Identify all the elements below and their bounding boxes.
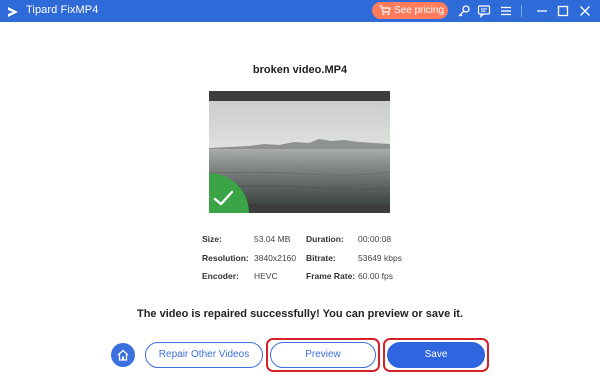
size-value: 53.04 MB (254, 234, 291, 244)
repair-other-videos-label: Repair Other Videos (158, 349, 250, 360)
duration-label: Duration: (306, 234, 344, 244)
save-label: Save (424, 349, 448, 360)
framerate-label: Frame Rate: (306, 271, 356, 281)
video-thumbnail (209, 91, 390, 213)
title-bar: Tipard FixMP4 See pricing (0, 0, 600, 22)
duration-value: 00:00:08 (358, 234, 392, 244)
close-icon[interactable] (578, 4, 592, 18)
checkmark-icon (209, 173, 249, 213)
success-message: The video is repaired successfully! You … (136, 308, 464, 320)
preview-button[interactable]: Preview (270, 342, 376, 368)
thumbnail-top-bar (209, 91, 390, 101)
resolution-label: Resolution: (202, 253, 249, 263)
app-title: Tipard FixMP4 (26, 4, 99, 16)
encoder-value: HEVC (254, 271, 278, 281)
file-name: broken video.MP4 (252, 64, 348, 76)
bitrate-value: 53649 kbps (358, 253, 402, 263)
titlebar-divider (521, 5, 522, 17)
minimize-icon[interactable] (535, 4, 549, 18)
home-button[interactable] (111, 343, 135, 367)
key-icon[interactable] (457, 4, 471, 18)
preview-label: Preview (305, 349, 341, 360)
menu-icon[interactable] (499, 4, 513, 18)
encoder-label: Encoder: (202, 271, 239, 281)
see-pricing-label: See pricing (394, 5, 445, 16)
chat-icon[interactable] (477, 4, 491, 18)
framerate-value: 60.00 fps (358, 271, 393, 281)
repair-other-videos-button[interactable]: Repair Other Videos (145, 342, 263, 368)
bitrate-label: Bitrate: (306, 253, 336, 263)
resolution-value: 3840x2160 (254, 253, 297, 263)
size-label: Size: (202, 234, 222, 244)
save-button[interactable]: Save (387, 342, 485, 368)
app-logo-icon (7, 5, 19, 17)
maximize-icon[interactable] (556, 4, 570, 18)
home-icon (117, 349, 129, 361)
cart-icon (379, 5, 391, 16)
see-pricing-button[interactable]: See pricing (372, 2, 448, 19)
